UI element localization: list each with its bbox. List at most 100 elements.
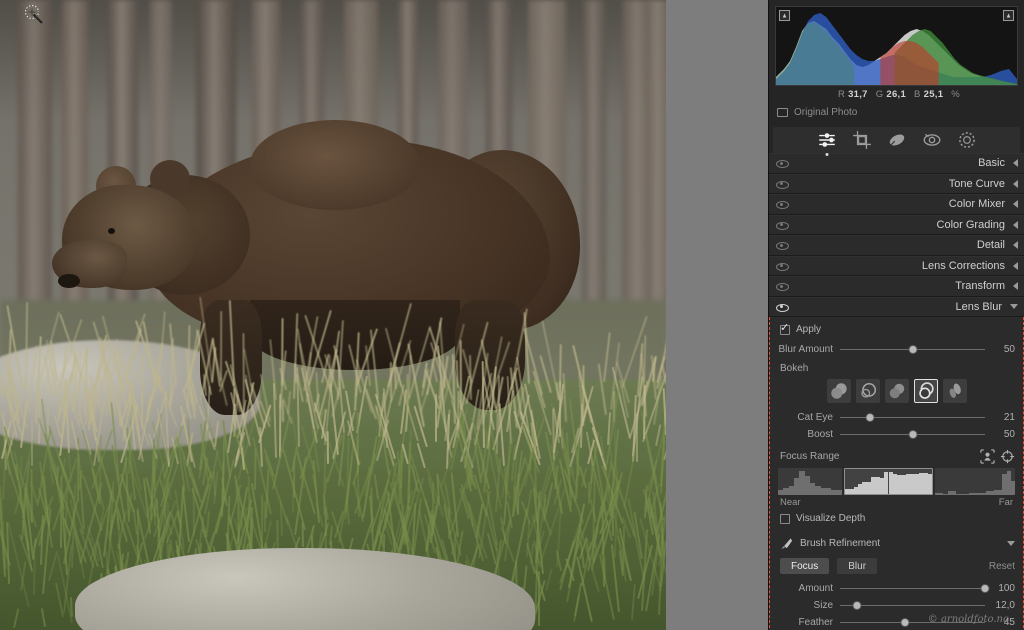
panel-title: Color Mixer [948,198,1005,211]
reset-button[interactable]: Reset [989,561,1015,572]
visualize-depth-checkbox[interactable] [780,513,790,524]
histogram-readout: R 31,7 G 26,1 B 25,1 % [775,86,1018,100]
grass-blade [551,408,555,460]
chevron-left-icon[interactable] [1013,179,1018,188]
focus-picker-icon[interactable] [1000,449,1015,464]
boost-slider[interactable]: Boost 50 [778,426,1015,443]
apply-toggle[interactable]: Apply [778,321,1015,341]
panel-header-basic[interactable]: Basic [769,153,1024,174]
hist-unit: % [951,89,961,100]
bokeh-cateye[interactable] [942,379,967,403]
lens-blur-panel-body[interactable]: Apply Blur Amount 50 Bokeh Cat Eye 21 Bo… [769,317,1024,630]
depth-near-region[interactable] [778,468,842,495]
bear-nose [58,274,80,288]
brush-refinement-header[interactable]: Brush Refinement [778,530,1015,555]
blur-amount-track[interactable] [840,344,985,355]
panel-title: Lens Corrections [921,259,1005,272]
bokeh-circle[interactable] [826,379,851,403]
chevron-down-icon[interactable] [1010,304,1018,310]
panel-title: Detail [976,239,1005,252]
eye-icon[interactable] [776,199,789,210]
original-photo-toggle[interactable]: Original Photo [769,100,1024,125]
depth-far-region[interactable] [935,468,1015,495]
near-far-labels: Near Far [778,495,1015,508]
feather-slider[interactable]: Feather 45 [778,614,1015,630]
panel-header-color-mixer[interactable]: Color Mixer [769,194,1024,215]
brush-mode-row[interactable]: Focus Blur Reset [778,555,1015,580]
feather-track[interactable] [840,617,985,628]
healing-brush-icon[interactable] [887,130,907,150]
cat-eye-slider[interactable]: Cat Eye 21 [778,409,1015,426]
bokeh-ring[interactable] [855,379,880,403]
brush-sliders[interactable]: Amount100Size12,0Feather45Flow100 [778,580,1015,630]
panel-header-transform[interactable]: Transform [769,276,1024,297]
chevron-left-icon[interactable] [1013,282,1018,291]
boost-value: 50 [1003,429,1015,440]
apply-label: Apply [796,324,822,335]
boost-knob[interactable] [908,430,917,439]
masking-icon[interactable] [957,130,977,150]
depth-selected-region[interactable] [844,468,933,495]
panel-list[interactable]: Basic Tone Curve Color Mixer Color Grading D… [769,153,1024,317]
focus-range-depth-control[interactable] [778,468,1015,495]
blur-mode-button[interactable]: Blur [837,558,878,574]
eye-icon[interactable] [776,219,789,230]
edit-sliders-icon[interactable] [817,130,837,150]
far-label: Far [998,497,1013,508]
original-photo-label: Original Photo [794,107,858,118]
eye-icon[interactable] [776,301,789,312]
chevron-left-icon[interactable] [1013,200,1018,209]
bokeh-shape-options[interactable] [778,377,1015,409]
grass-blade [235,480,238,500]
bokeh-label: Bokeh [780,363,809,374]
bokeh-bubble[interactable] [913,379,938,403]
amount-track[interactable] [840,583,990,594]
blur-amount-knob[interactable] [908,345,917,354]
chevron-left-icon[interactable] [1013,241,1018,250]
amount-label: Amount [798,583,833,594]
eye-icon[interactable] [776,240,789,251]
apply-checkbox[interactable] [780,321,790,335]
tool-strip[interactable] [773,127,1020,153]
blur-amount-slider[interactable]: Blur Amount 50 [778,341,1015,358]
chevron-down-icon[interactable] [1007,541,1015,546]
amount-knob[interactable] [980,584,990,593]
cat-eye-track[interactable] [840,412,985,423]
eye-icon[interactable] [776,158,789,169]
panel-header-lens-corrections[interactable]: Lens Corrections [769,255,1024,276]
boost-track[interactable] [840,429,985,440]
amount-slider[interactable]: Amount 100 [778,580,1015,597]
feather-label: Feather [798,617,833,628]
right-panel[interactable]: R 31,7 G 26,1 B 25,1 % Original Photo Ba… [768,0,1024,630]
canvas-area[interactable] [0,0,768,630]
feather-knob[interactable] [900,618,910,627]
photo-preview[interactable] [0,0,666,630]
eye-icon[interactable] [776,281,789,292]
chevron-left-icon[interactable] [1013,261,1018,270]
canopy-shadow [0,0,666,120]
chevron-left-icon[interactable] [1013,220,1018,229]
select-subject-icon[interactable] [980,449,995,464]
crop-icon[interactable] [852,130,872,150]
panel-header-color-grading[interactable]: Color Grading [769,214,1024,235]
grass-blade [468,354,472,401]
cat-eye-knob[interactable] [865,413,875,422]
visualize-depth-toggle[interactable]: Visualize Depth [778,508,1015,530]
red-eye-icon[interactable] [922,130,942,150]
chevron-left-icon[interactable] [1013,159,1018,168]
eye-icon[interactable] [776,178,789,189]
eye-icon[interactable] [776,260,789,271]
histogram[interactable] [775,6,1018,86]
focus-mode-button[interactable]: Focus [780,558,830,574]
size-slider[interactable]: Size 12,0 [778,597,1015,614]
panel-header-lens-blur[interactable]: Lens Blur [769,296,1024,317]
size-track[interactable] [840,600,985,611]
size-knob[interactable] [852,601,862,610]
depth-bin [1010,480,1015,495]
focus-range-label: Focus Range [780,451,840,462]
panel-header-tone-curve[interactable]: Tone Curve [769,173,1024,194]
panel-header-detail[interactable]: Detail [769,235,1024,256]
grass-blade [59,476,62,548]
panel-title: Basic [978,157,1005,170]
bokeh-soft[interactable] [884,379,909,403]
